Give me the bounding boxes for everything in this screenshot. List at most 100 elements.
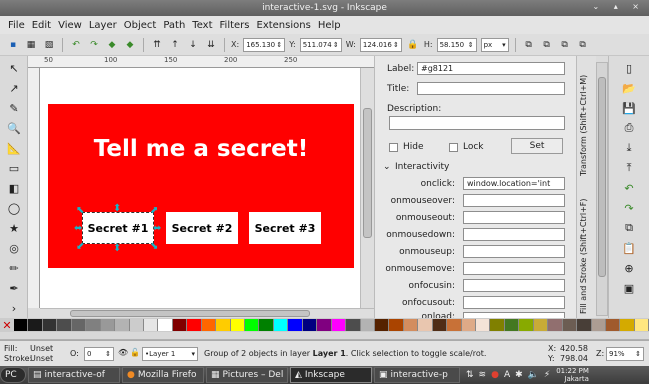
task-inkscape[interactable]: ◭ Inkscape [290,367,372,383]
tray-wifi-icon[interactable]: ≋ [479,370,487,380]
scrollbar-thumb[interactable] [598,77,606,277]
spin-icon[interactable]: ⇕ [276,39,282,51]
palette-swatch[interactable] [317,319,332,331]
stroke-value[interactable]: Unset [30,354,53,363]
label-input[interactable]: #g8121 [417,62,565,75]
palette-swatch[interactable] [374,319,390,331]
tray-volume-icon[interactable]: 🔈 [528,370,539,380]
pen-tool-icon[interactable]: ✒ [6,280,22,296]
lock-ratio-icon[interactable]: 🔒 [406,38,420,52]
scrollbar-thumb[interactable] [70,310,310,317]
node-tool-icon[interactable]: ↗ [6,80,22,96]
save-icon[interactable]: 💾 [621,100,637,116]
set-button[interactable]: Set [511,138,563,154]
undo-icon[interactable]: ↶ [621,180,637,196]
spin-icon[interactable]: ⇕ [105,348,111,360]
x-field[interactable]: 165.130 ⇕ [243,37,286,52]
onmouseout-input[interactable] [463,211,565,224]
panel-scrollbar[interactable] [596,62,608,316]
task-interactive-of[interactable]: ▤ interactive-of [28,367,120,383]
secret-button-1[interactable]: Secret #1 [82,212,154,244]
onmousemove-input[interactable] [463,262,565,275]
task-pictures[interactable]: ▦ Pictures – Del [206,367,288,383]
chevron-down-icon[interactable]: ⌄ [383,162,391,172]
palette-swatch[interactable] [577,319,592,331]
palette-swatch[interactable] [115,319,130,331]
palette-swatch[interactable] [620,319,635,331]
palette-swatch[interactable] [634,319,649,331]
secret-button-2[interactable]: Secret #2 [166,212,238,244]
palette-swatch[interactable] [548,319,563,331]
menu-filters[interactable]: Filters [220,20,250,31]
measure-tool-icon[interactable]: 📐 [6,140,22,156]
no-paint-swatch-icon[interactable]: ✕ [0,319,14,332]
palette-swatch[interactable] [86,319,101,331]
resize-handle-icon[interactable]: ⬌ [74,224,82,234]
copy-icon[interactable]: ⧉ [621,220,637,236]
resize-handle-icon[interactable]: ⬈ [150,206,158,216]
tab-transform[interactable]: Transform (Shift+Ctrl+M) [579,66,588,176]
print-icon[interactable]: ⎙ [621,120,637,136]
hide-checkbox[interactable] [389,143,398,152]
onfocusin-input[interactable] [463,279,565,292]
resize-handle-icon[interactable]: ⬊ [150,242,158,252]
palette-swatch[interactable] [273,319,289,331]
flip-horizontal-icon[interactable]: ◆ [105,38,119,52]
ellipse-tool-icon[interactable]: ◯ [6,200,22,216]
palette-swatch[interactable] [461,319,476,331]
resize-handle-icon[interactable]: ⬍ [113,244,121,254]
task-firefox[interactable]: ● Mozilla Firefo [122,367,204,383]
resize-handle-icon[interactable]: ⬌ [153,224,161,234]
menu-extensions[interactable]: Extensions [257,20,311,31]
palette-swatch[interactable] [42,319,58,331]
select-all-icon[interactable]: ▪ [6,38,20,52]
new-document-icon[interactable]: ▯ [621,60,637,76]
paste-icon[interactable]: 📋 [621,240,637,256]
menu-layer[interactable]: Layer [89,20,117,31]
spiral-tool-icon[interactable]: ◎ [6,240,22,256]
palette-swatch[interactable] [562,319,578,331]
tray-bluetooth-icon[interactable]: ✱ [515,370,523,380]
zoom-icon[interactable]: ⊕ [621,260,637,276]
zoom-field[interactable]: 91% ⇕ [606,347,644,361]
group-icon[interactable]: ▣ [621,280,637,296]
open-file-icon[interactable]: 📂 [621,80,637,96]
onfocusout-input[interactable] [463,296,565,309]
redo-icon[interactable]: ↷ [621,200,637,216]
rectangle-tool-icon[interactable]: ▭ [6,160,22,176]
y-field[interactable]: 511.074 ⇕ [299,37,342,52]
palette-swatch[interactable] [245,319,260,331]
lower-to-bottom-icon[interactable]: ⇊ [204,38,218,52]
start-button[interactable]: PC [0,367,26,383]
move-patterns-icon[interactable]: ⧉ [576,38,590,52]
palette-swatch[interactable] [187,319,202,331]
raise-icon[interactable]: ↑ [168,38,182,52]
secret-button-3[interactable]: Secret #3 [249,212,321,244]
palette-swatch[interactable] [230,319,245,331]
resize-handle-icon[interactable]: ⬉ [76,206,84,216]
palette-swatch[interactable] [432,319,448,331]
resize-handle-icon[interactable]: ⬍ [113,204,121,214]
menu-path[interactable]: Path [163,20,185,31]
export-icon[interactable]: ⤒ [621,160,637,176]
window-controls[interactable]: ⌄ ▴ × [592,2,645,11]
flip-vertical-icon[interactable]: ◆ [123,38,137,52]
opacity-field[interactable]: 0 ⇕ [84,347,114,361]
star-tool-icon[interactable]: ★ [6,220,22,236]
rotate-cw-icon[interactable]: ↷ [87,38,101,52]
tab-fill-and-stroke[interactable]: Fill and Stroke (Shift+Ctrl+F) [579,184,588,314]
task-interactive-p[interactable]: ▣ interactive-p [374,367,460,383]
selector-tool-icon[interactable]: ↖ [6,60,22,76]
tray-font-icon[interactable]: A [504,370,510,380]
palette-swatch[interactable] [172,319,188,331]
onmousedown-input[interactable] [463,228,565,241]
spin-icon[interactable]: ⇕ [393,39,399,51]
select-all-layers-icon[interactable]: ▦ [24,38,38,52]
interactivity-expander[interactable]: Interactivity [395,162,449,172]
fill-value[interactable]: Unset [30,344,53,353]
palette-swatch[interactable] [14,319,29,331]
menu-text[interactable]: Text [192,20,212,31]
pencil-tool-icon[interactable]: ✏ [6,260,22,276]
layer-visibility-icon[interactable]: 👁 [118,348,128,357]
layer-select[interactable]: •Layer 1 ▾ [142,347,198,361]
